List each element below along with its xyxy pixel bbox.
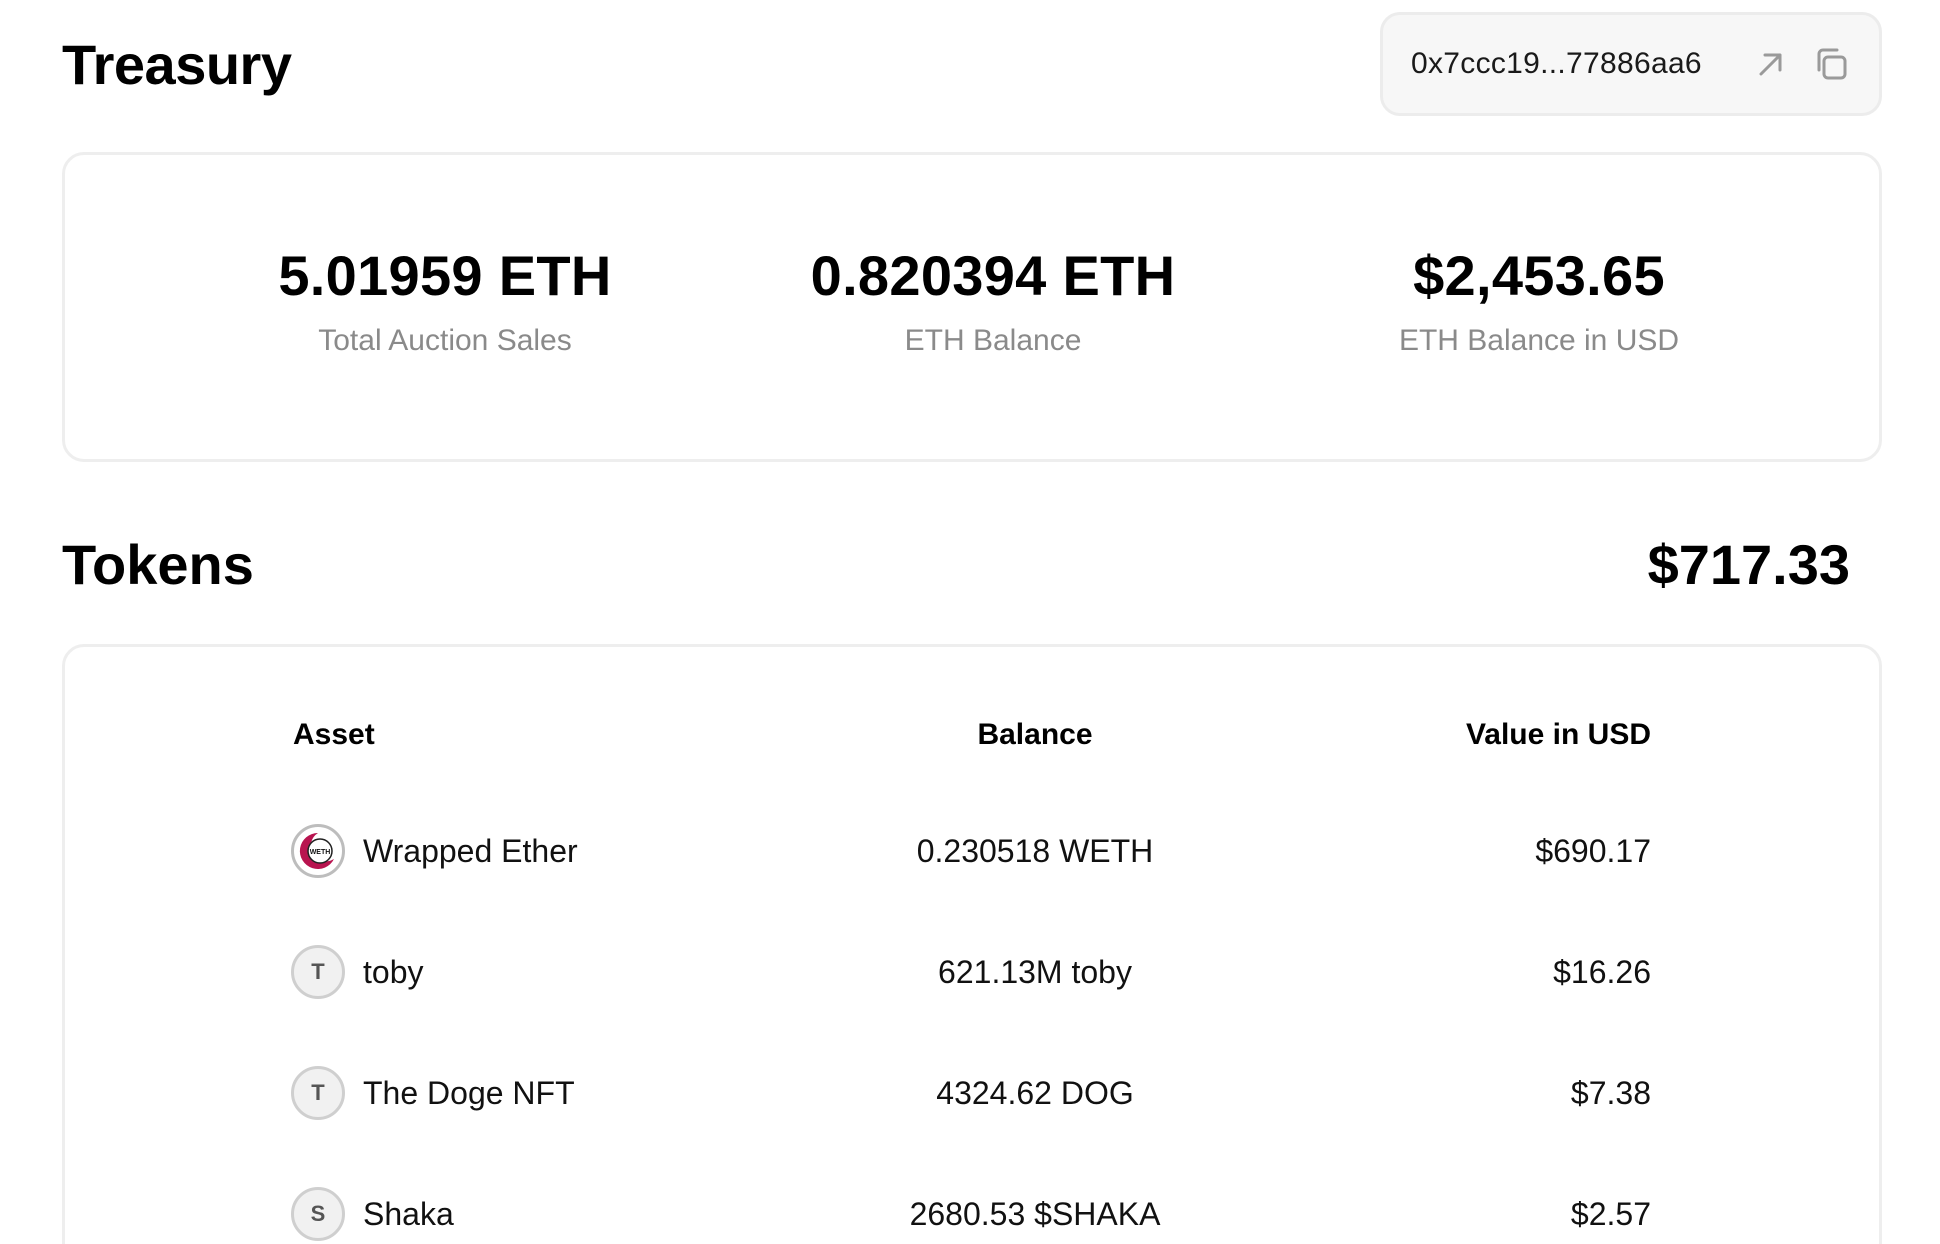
- column-header-balance: Balance: [977, 718, 1093, 751]
- asset-cell: WETH Wrapped Ether: [291, 811, 578, 891]
- asset-name: Shaka: [363, 1195, 454, 1232]
- token-letter-icon: S: [291, 1187, 345, 1241]
- asset-name: toby: [363, 953, 424, 990]
- asset-balance: 2680.53 $SHAKA: [909, 1196, 1161, 1232]
- tokens-table: Asset Balance Value in USD WETH Wrapped …: [62, 644, 1882, 1244]
- asset-cell: T toby: [291, 932, 423, 1012]
- token-letter-icon: T: [291, 945, 345, 999]
- asset-name: Wrapped Ether: [363, 832, 578, 869]
- stat-label: ETH Balance: [904, 324, 1082, 357]
- asset-name: The Doge NFT: [363, 1074, 575, 1111]
- asset-balance: 4324.62 DOG: [936, 1075, 1134, 1111]
- treasury-page: Treasury 0x7ccc19...77886aa6 5.01959 ETH…: [0, 0, 1940, 1244]
- stat-eth-balance-usd: $2,453.65 ETH Balance in USD: [1279, 243, 1799, 361]
- token-letter-icon: T: [291, 1066, 345, 1120]
- table-row[interactable]: S Shaka 2680.53 $SHAKA $2.57: [65, 1174, 1879, 1244]
- svg-text:WETH: WETH: [310, 849, 331, 856]
- column-header-asset: Asset: [293, 718, 375, 751]
- column-header-value: Value in USD: [1465, 718, 1651, 751]
- asset-value-usd: $7.38: [1570, 1075, 1651, 1111]
- weth-token-icon: WETH: [291, 824, 345, 878]
- tokens-title: Tokens: [62, 533, 254, 596]
- treasury-address[interactable]: 0x7ccc19...77886aa6: [1411, 47, 1741, 81]
- stat-value: $2,453.65: [1413, 244, 1665, 307]
- treasury-address-pill: 0x7ccc19...77886aa6: [1380, 12, 1882, 116]
- asset-balance: 621.13M toby: [938, 954, 1132, 990]
- stat-label: ETH Balance in USD: [1398, 324, 1680, 357]
- stat-value: 0.820394 ETH: [810, 244, 1176, 307]
- table-row[interactable]: T The Doge NFT 4324.62 DOG $7.38: [65, 1053, 1879, 1133]
- table-row[interactable]: T toby 621.13M toby $16.26: [65, 932, 1879, 1012]
- asset-value-usd: $16.26: [1553, 954, 1651, 990]
- asset-value-usd: $2.57: [1570, 1196, 1651, 1232]
- stat-eth-balance: 0.820394 ETH ETH Balance: [733, 243, 1253, 361]
- table-row[interactable]: WETH Wrapped Ether 0.230518 WETH $690.17: [65, 811, 1879, 891]
- stat-label: Total Auction Sales: [318, 324, 572, 357]
- page-title: Treasury: [62, 33, 292, 96]
- asset-cell: T The Doge NFT: [291, 1053, 575, 1133]
- stat-value: 5.01959 ETH: [278, 244, 612, 307]
- asset-value-usd: $690.17: [1535, 833, 1651, 869]
- asset-cell: S Shaka: [291, 1174, 454, 1244]
- stat-total-auction-sales: 5.01959 ETH Total Auction Sales: [185, 243, 705, 361]
- tokens-total-value: $717.33: [1647, 533, 1850, 596]
- arrow-up-right-icon[interactable]: [1741, 34, 1801, 94]
- asset-balance: 0.230518 WETH: [916, 833, 1154, 869]
- copy-icon[interactable]: [1801, 34, 1861, 94]
- treasury-stats-card: 5.01959 ETH Total Auction Sales 0.820394…: [62, 152, 1882, 462]
